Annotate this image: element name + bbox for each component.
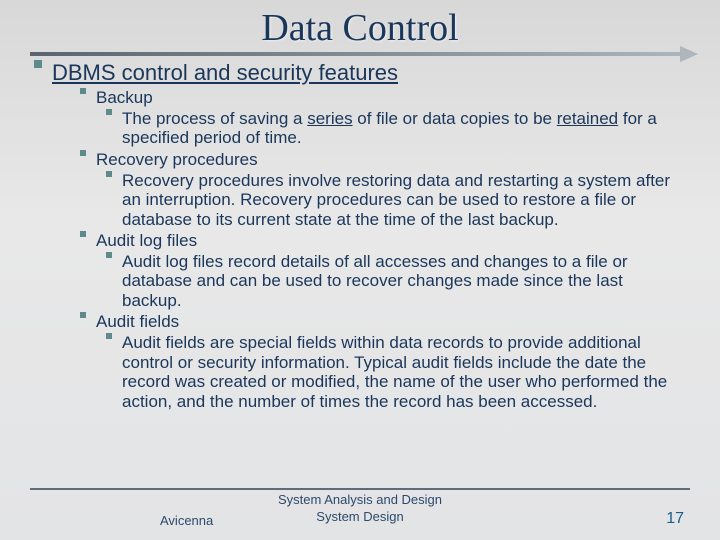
page-number: 17 (666, 510, 684, 528)
sub-text: The process of saving a series of file o… (122, 109, 678, 148)
footer: System Analysis and Design System Design… (0, 492, 720, 532)
item-label: Backup (96, 88, 153, 108)
bullet-icon (106, 252, 112, 258)
sub-text: Audit log files record details of all ac… (122, 252, 678, 311)
sub-item: The process of saving a series of file o… (106, 109, 678, 148)
slide-title: Data Control (0, 0, 720, 50)
sub-text: Recovery procedures involve restoring da… (122, 171, 678, 230)
footer-center: System Analysis and Design System Design (0, 492, 720, 526)
item-label: Recovery procedures (96, 150, 258, 170)
heading-row: DBMS control and security features (34, 60, 678, 86)
bullet-icon (80, 88, 86, 94)
bullet-icon (80, 312, 86, 318)
item-list: Backup The process of saving a series of… (80, 88, 678, 411)
bullet-icon (80, 150, 86, 156)
sub-item: Audit fields are special fields within d… (106, 333, 678, 411)
content-area: DBMS control and security features Backu… (0, 60, 720, 411)
footer-line2: System Design (0, 509, 720, 526)
heading-text: DBMS control and security features (52, 60, 398, 86)
sub-item: Recovery procedures involve restoring da… (106, 171, 678, 230)
bullet-icon (80, 231, 86, 237)
footer-left: Avicenna (160, 513, 213, 528)
item-label: Audit log files (96, 231, 197, 251)
item-label: Audit fields (96, 312, 179, 332)
bullet-icon (34, 60, 42, 68)
sub-item: Audit log files record details of all ac… (106, 252, 678, 311)
list-item: Recovery procedures Recovery procedures … (80, 150, 678, 229)
bullet-icon (106, 333, 112, 339)
title-rule-arrow (30, 52, 690, 56)
bullet-icon (106, 171, 112, 177)
list-item: Audit log files Audit log files record d… (80, 231, 678, 310)
list-item: Audit fields Audit fields are special fi… (80, 312, 678, 411)
footer-rule (30, 488, 690, 490)
bullet-icon (106, 109, 112, 115)
list-item: Backup The process of saving a series of… (80, 88, 678, 148)
footer-line1: System Analysis and Design (0, 492, 720, 509)
sub-text: Audit fields are special fields within d… (122, 333, 678, 411)
